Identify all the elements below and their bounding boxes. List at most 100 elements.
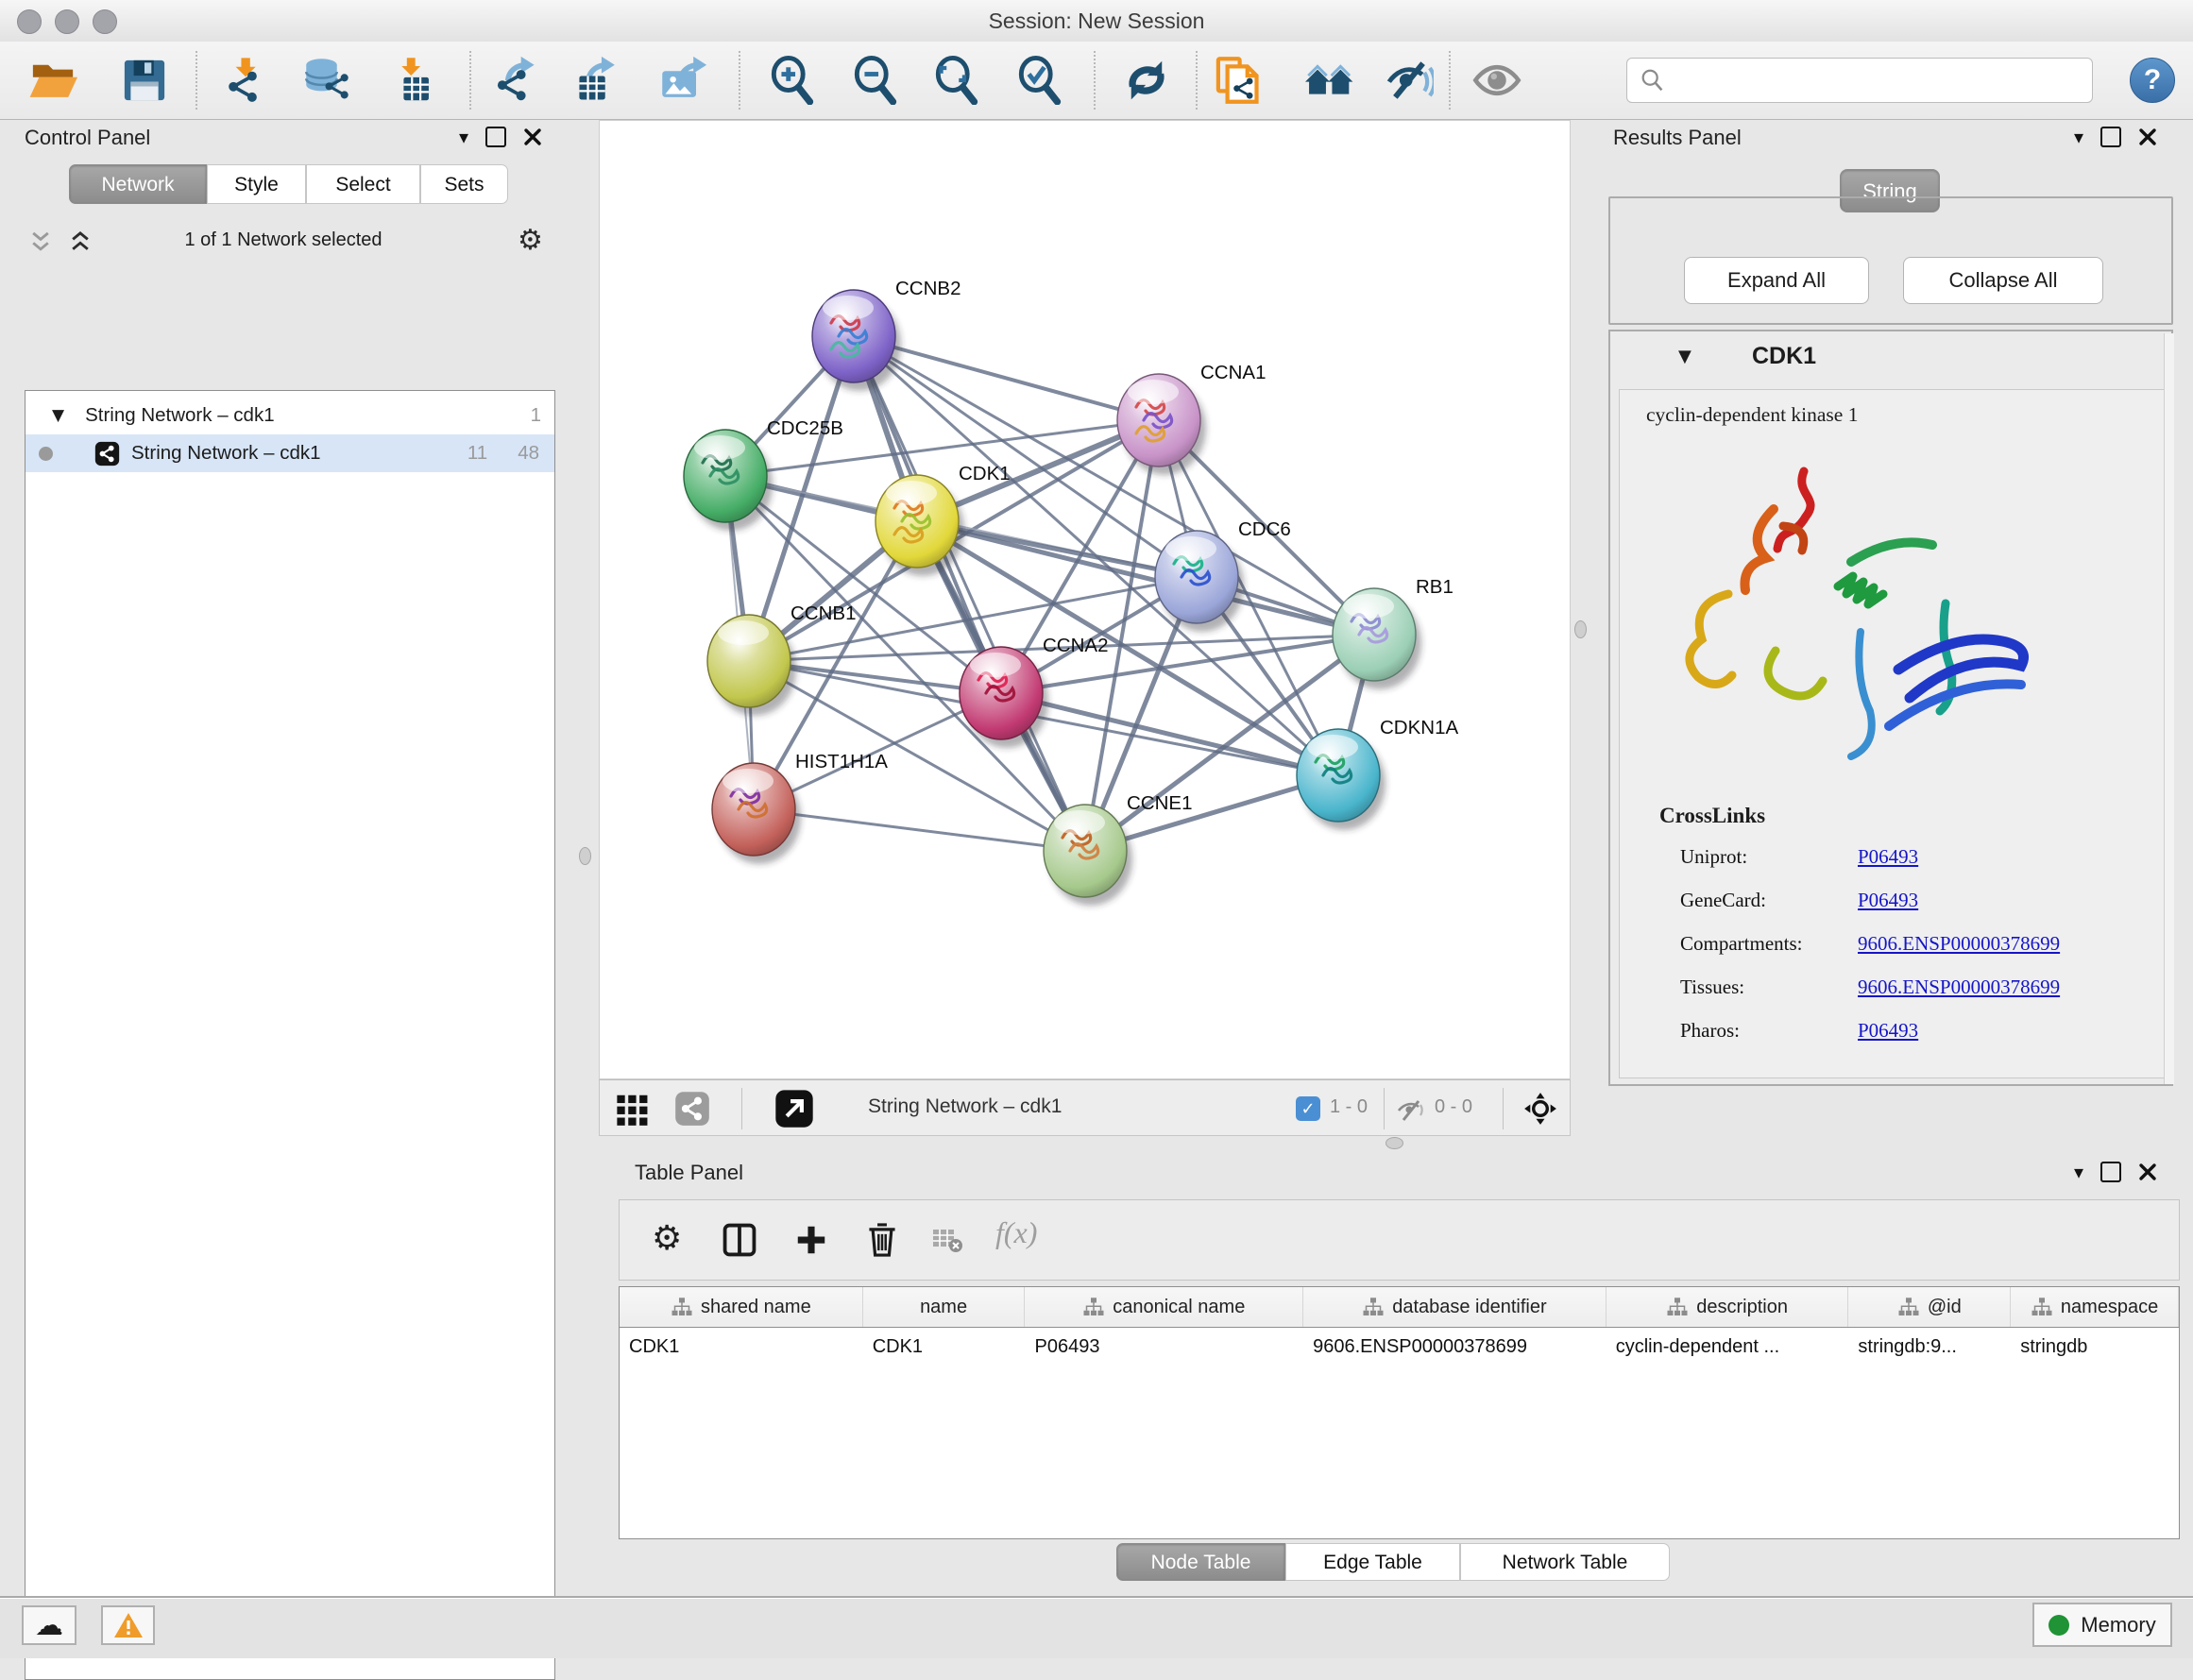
warning-button[interactable] (101, 1605, 155, 1645)
results-scrollbar[interactable] (2164, 333, 2174, 1084)
open-session-button[interactable] (26, 53, 80, 108)
crosslink-value-pharos[interactable]: P06493 (1858, 1019, 1918, 1043)
collapse-all-icon[interactable] (28, 229, 53, 254)
zoom-out-button[interactable] (847, 53, 902, 108)
results-float-icon[interactable] (2100, 127, 2121, 147)
export-table-button[interactable] (568, 53, 622, 108)
duplicate-network-button[interactable] (1211, 53, 1266, 108)
delete-column-icon[interactable] (863, 1220, 901, 1260)
network-edge-HIST1H1A-CCNE1[interactable] (754, 809, 1085, 851)
network-node-CCNB1[interactable]: CCNB1 (707, 602, 857, 716)
collapse-all-button[interactable]: Collapse All (1903, 257, 2103, 304)
grid-view-icon[interactable] (615, 1091, 651, 1127)
bottom-splitter-handle[interactable] (1386, 1137, 1403, 1149)
add-column-icon[interactable] (793, 1222, 829, 1258)
home-button[interactable] (1302, 53, 1357, 108)
zoom-fit-button[interactable] (928, 53, 983, 108)
search-input[interactable] (1674, 69, 2092, 93)
birdseye-crosshair-icon[interactable] (1523, 1092, 1557, 1126)
selected-checkbox-icon[interactable]: ✓ (1296, 1096, 1320, 1121)
toolbar-divider (196, 51, 197, 110)
memory-button[interactable]: Memory (2032, 1603, 2172, 1647)
cloud-button[interactable]: ☁ (22, 1605, 76, 1645)
network-edge-CCNB2-CCNE1[interactable] (854, 336, 1085, 851)
detach-view-icon[interactable] (774, 1089, 814, 1128)
zoom-selected-button[interactable] (1012, 53, 1066, 108)
export-image-button[interactable] (656, 53, 711, 108)
zoom-in-button[interactable] (764, 53, 819, 108)
gene-collapse-triangle-icon[interactable]: ▼ (1678, 347, 1692, 366)
export-network-button[interactable] (490, 53, 545, 108)
network-node-CCNA1[interactable]: CCNA1 (1117, 362, 1266, 475)
tab-network[interactable]: Network (69, 164, 207, 204)
column-header-canonical-name[interactable]: canonical name (1025, 1287, 1303, 1327)
network-node-CCNB2[interactable]: CCNB2 (812, 278, 961, 391)
collapse-triangle-icon[interactable]: ▼ (52, 406, 64, 425)
network-node-HIST1H1A[interactable]: HIST1H1A (712, 751, 888, 864)
tab-network-table[interactable]: Network Table (1460, 1543, 1670, 1581)
panel-menu-icon[interactable]: ▾ (459, 126, 468, 148)
show-columns-icon[interactable] (722, 1222, 757, 1258)
column-header-shared-name[interactable]: shared name (620, 1287, 863, 1327)
column-header-name[interactable]: name (863, 1287, 1026, 1327)
import-network-button[interactable] (218, 53, 273, 108)
expand-all-button[interactable]: Expand All (1684, 257, 1869, 304)
table-cell[interactable]: stringdb:9... (1848, 1328, 2011, 1366)
table-cell[interactable]: CDK1 (620, 1328, 863, 1366)
tab-sets[interactable]: Sets (420, 164, 508, 204)
expand-all-icon[interactable] (68, 229, 93, 254)
crosslink-value-genecard[interactable]: P06493 (1858, 889, 1918, 912)
network-node-CDKN1A[interactable]: CDKN1A (1297, 717, 1458, 830)
network-row[interactable]: String Network – cdk1 11 48 (26, 434, 554, 472)
import-database-button[interactable] (300, 53, 355, 108)
gear-icon[interactable]: ⚙ (518, 224, 543, 257)
table-cell[interactable]: 9606.ENSP00000378699 (1303, 1328, 1606, 1366)
gene-header-row[interactable]: ▼ CDK1 (1610, 331, 2171, 384)
table-close-icon[interactable] (2138, 1162, 2157, 1181)
close-panel-icon[interactable] (523, 127, 542, 146)
tab-edge-table[interactable]: Edge Table (1285, 1543, 1460, 1581)
table-float-icon[interactable] (2100, 1162, 2121, 1182)
left-splitter-handle[interactable] (579, 847, 591, 865)
tab-select[interactable]: Select (306, 164, 420, 204)
home-icon (1305, 56, 1354, 105)
save-session-button[interactable] (117, 53, 172, 108)
float-panel-icon[interactable] (485, 127, 506, 147)
refresh-icon (1122, 56, 1171, 105)
show-all-button[interactable] (1470, 53, 1524, 108)
network-view-toolbar: String Network – cdk1 ✓ 1 - 0 0 - 0 (599, 1079, 1571, 1136)
crosslink-value-uniprot[interactable]: P06493 (1858, 845, 1918, 869)
results-menu-icon[interactable]: ▾ (2074, 126, 2083, 148)
tab-style[interactable]: Style (207, 164, 306, 204)
tab-node-table[interactable]: Node Table (1116, 1543, 1285, 1581)
results-close-icon[interactable] (2138, 127, 2157, 146)
network-selection-status: 1 of 1 Network selected (113, 229, 453, 251)
table-row[interactable]: CDK1CDK1P064939606.ENSP00000378699cyclin… (620, 1327, 2179, 1366)
right-splitter-handle[interactable] (1574, 620, 1587, 638)
table-gear-icon[interactable]: ⚙ (652, 1219, 682, 1258)
crosslink-value-tissues[interactable]: 9606.ENSP00000378699 (1858, 976, 2060, 999)
table-cell[interactable]: cyclin-dependent ... (1606, 1328, 1849, 1366)
table-cell[interactable]: P06493 (1025, 1328, 1303, 1366)
network-node-CCNE1[interactable]: CCNE1 (1044, 792, 1193, 906)
network-label: String Network – cdk1 (131, 442, 321, 465)
network-collection-row[interactable]: ▼ String Network – cdk1 1 (26, 397, 554, 434)
crosslink-value-compartments[interactable]: 9606.ENSP00000378699 (1858, 932, 2060, 956)
table-cell[interactable]: CDK1 (863, 1328, 1026, 1366)
column-header--id[interactable]: @id (1848, 1287, 2011, 1327)
search-box[interactable] (1626, 58, 2093, 103)
import-table-button[interactable] (384, 53, 439, 108)
network-view-share-icon[interactable] (674, 1091, 710, 1127)
column-header-database-identifier[interactable]: database identifier (1303, 1287, 1606, 1327)
network-node-CCNA2[interactable]: CCNA2 (960, 635, 1109, 748)
network-node-RB1[interactable]: RB1 (1333, 576, 1454, 689)
help-button[interactable]: ? (2130, 58, 2175, 103)
table-cell[interactable]: stringdb (2011, 1328, 2179, 1366)
network-canvas[interactable]: CCNB2CCNA1CDC25BCDK1CDC6RB1CCNB1CCNA2CDK… (599, 120, 1571, 1079)
refresh-button[interactable] (1119, 53, 1174, 108)
table-menu-icon[interactable]: ▾ (2074, 1161, 2083, 1183)
column-header-namespace[interactable]: namespace (2011, 1287, 2179, 1327)
hide-selected-button[interactable] (1382, 53, 1436, 108)
column-label: @id (1928, 1297, 1962, 1318)
column-header-description[interactable]: description (1606, 1287, 1849, 1327)
